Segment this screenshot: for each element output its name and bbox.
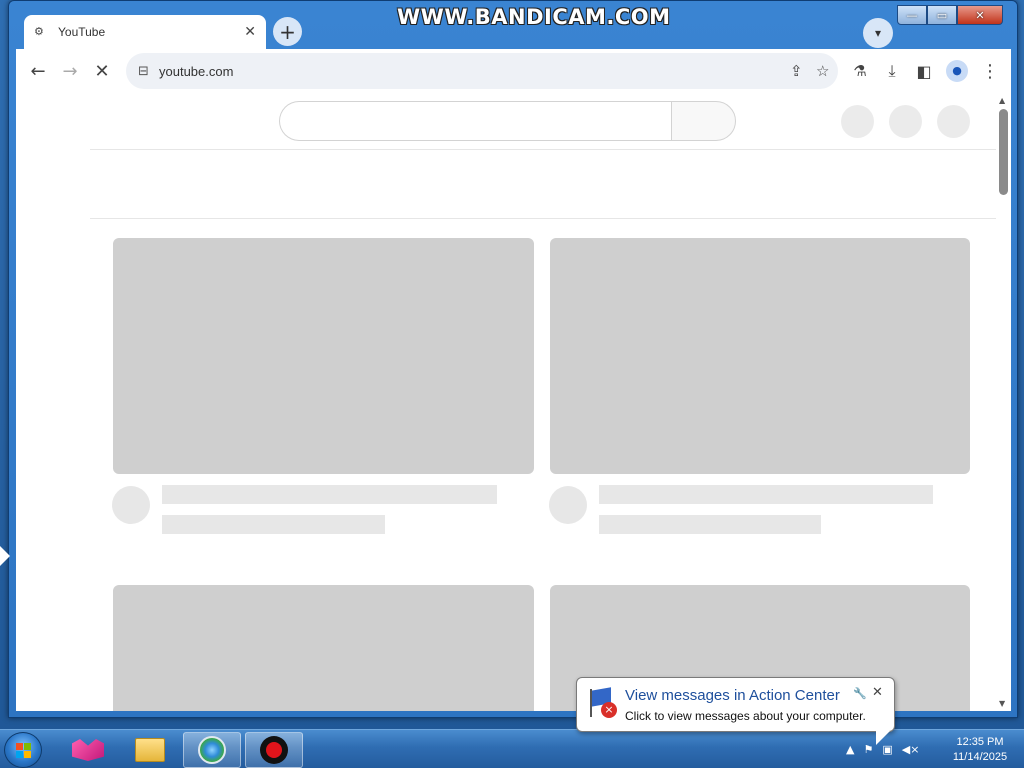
page-scrollbar[interactable]: ▲ ▼ <box>996 93 1011 711</box>
title-line-placeholder <box>599 485 933 504</box>
balloon-tail <box>876 731 890 745</box>
site-info-icon[interactable]: ⊟ <box>138 64 149 79</box>
page-viewport: ▲ ▼ <box>16 93 1011 711</box>
app-1-icon <box>72 739 104 761</box>
taskbar-browser[interactable] <box>183 732 241 768</box>
scrollbar-thumb[interactable] <box>999 109 1008 195</box>
notification-title: View messages in Action Center <box>625 687 840 704</box>
yt-header-placeholder-1 <box>841 105 874 138</box>
url-text[interactable]: youtube.com <box>159 64 233 79</box>
video-thumbnail-placeholder <box>113 238 534 474</box>
wrench-icon[interactable]: 🔧 <box>853 687 867 700</box>
action-center-flag-icon[interactable]: ⚑ <box>863 743 873 756</box>
channel-avatar-placeholder <box>549 486 587 524</box>
scroll-up-arrow[interactable]: ▲ <box>999 96 1005 105</box>
yt-header-placeholder-2 <box>889 105 922 138</box>
taskbar-app-1[interactable] <box>59 732 117 768</box>
menu-kebab-icon[interactable]: ⋮ <box>976 57 1004 85</box>
start-button[interactable] <box>4 732 42 768</box>
video-thumbnail-placeholder <box>550 238 970 474</box>
tune-icon: ⚙ <box>34 25 44 38</box>
forward-button[interactable]: → <box>56 57 84 85</box>
minimize-button[interactable]: — <box>897 5 927 25</box>
video-thumbnail-placeholder <box>113 585 534 711</box>
show-hidden-icons-icon[interactable]: ▲ <box>846 743 854 756</box>
taskbar-bandicam[interactable] <box>245 732 303 768</box>
stop-loading-button[interactable]: ✕ <box>88 57 116 85</box>
clock-date: 11/14/2025 <box>952 751 1008 763</box>
close-window-button[interactable]: ✕ <box>957 5 1003 25</box>
header-divider <box>90 149 1002 150</box>
window-controls: — ▭ ✕ <box>897 5 1003 25</box>
volume-muted-icon[interactable]: ◀× <box>902 743 920 756</box>
yt-search-button[interactable] <box>671 101 736 141</box>
windows-taskbar: ▲ ⚑ ▣ ◀× 12:35 PM 11/14/2025 <box>0 729 1024 768</box>
chips-divider <box>90 218 1002 219</box>
record-icon <box>260 736 288 764</box>
close-notification-button[interactable]: ✕ <box>872 685 883 700</box>
browser-icon <box>198 736 226 764</box>
folder-icon <box>135 738 165 762</box>
side-panel-icon[interactable]: ◧ <box>910 57 938 85</box>
download-icon[interactable]: ⤓ <box>878 57 906 85</box>
yt-search-input[interactable] <box>279 101 671 141</box>
bandicam-watermark: WWW.BANDICAM.COM <box>397 5 671 29</box>
yt-header-placeholder-3 <box>937 105 970 138</box>
mouse-cursor <box>0 546 10 566</box>
profile-button[interactable]: ● <box>943 57 971 85</box>
back-button[interactable]: ← <box>24 57 52 85</box>
labs-icon[interactable]: ⚗ <box>846 57 874 85</box>
clock-time: 12:35 PM <box>956 736 1004 748</box>
action-center-notification[interactable]: × View messages in Action Center Click t… <box>576 677 895 745</box>
windows-logo-icon <box>16 743 32 759</box>
tab-youtube[interactable]: ⚙ YouTube ✕ <box>24 15 266 49</box>
close-icon[interactable]: ✕ <box>244 24 256 40</box>
tab-title: YouTube <box>58 25 106 39</box>
taskbar-file-explorer[interactable] <box>121 732 179 768</box>
address-bar[interactable]: ⊟ youtube.com ⇪ ☆ <box>126 53 838 89</box>
action-center-flag-icon: × <box>587 687 621 721</box>
tab-search-button[interactable]: ▾ <box>863 18 893 48</box>
share-icon[interactable]: ⇪ <box>790 62 803 80</box>
maximize-button[interactable]: ▭ <box>927 5 957 25</box>
notification-text: Click to view messages about your comput… <box>625 709 866 723</box>
bookmark-star-icon[interactable]: ☆ <box>816 62 829 80</box>
new-tab-button[interactable]: + <box>273 17 302 46</box>
channel-avatar-placeholder <box>112 486 150 524</box>
title-line-placeholder <box>162 485 497 504</box>
meta-line-placeholder <box>162 515 385 534</box>
profile-icon: ● <box>946 60 968 82</box>
system-clock[interactable]: 12:35 PM 11/14/2025 <box>940 735 1020 765</box>
meta-line-placeholder <box>599 515 821 534</box>
browser-toolbar: ← → ✕ ⊟ youtube.com ⇪ ☆ ⚗ ⤓ ◧ ● ⋮ <box>16 49 1011 93</box>
scroll-down-arrow[interactable]: ▼ <box>999 699 1005 708</box>
